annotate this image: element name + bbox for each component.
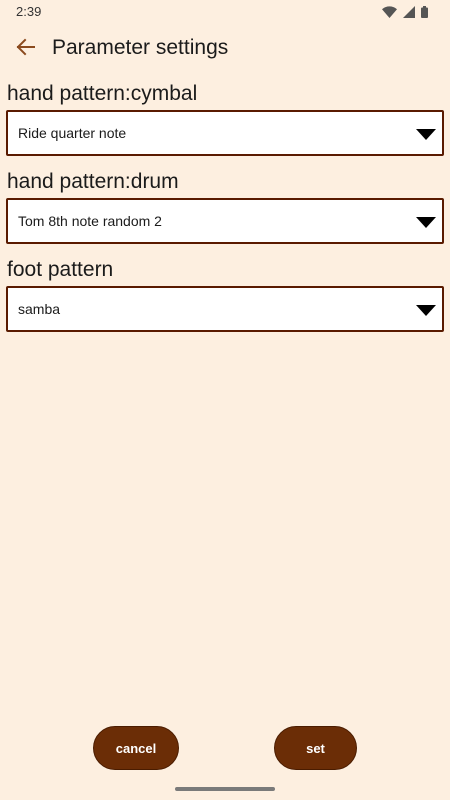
battery-icon	[421, 6, 428, 18]
drum-pattern-value: Tom 8th note random 2	[18, 213, 162, 229]
navigation-handle[interactable]	[175, 787, 275, 791]
dropdown-arrow-icon	[416, 303, 436, 321]
set-button[interactable]: set	[274, 726, 357, 770]
set-button-label: set	[306, 740, 325, 756]
drum-pattern-label: hand pattern:drum	[7, 170, 179, 193]
wifi-icon	[382, 6, 397, 18]
cymbal-pattern-value: Ride quarter note	[18, 125, 127, 141]
cancel-button-label: cancel	[115, 740, 157, 756]
dropdown-arrow-icon	[416, 127, 436, 145]
drum-pattern-dropdown[interactable]: Tom 8th note random 2	[6, 198, 444, 244]
status-bar: 2:39	[0, 0, 450, 24]
cymbal-pattern-label: hand pattern:cymbal	[7, 82, 198, 105]
foot-pattern-label: foot pattern	[7, 258, 114, 281]
back-button[interactable]	[12, 36, 38, 62]
status-icons	[382, 5, 428, 19]
app-bar: Parameter settings	[0, 24, 450, 74]
signal-icon	[403, 6, 415, 18]
cymbal-pattern-dropdown[interactable]: Ride quarter note	[6, 110, 444, 156]
status-time: 2:39	[16, 4, 42, 19]
dropdown-arrow-icon	[416, 215, 436, 233]
foot-pattern-dropdown[interactable]: samba	[6, 286, 444, 332]
back-arrow-icon	[15, 38, 35, 61]
cancel-button[interactable]: cancel	[93, 726, 179, 770]
foot-pattern-value: samba	[18, 301, 61, 317]
page-title: Parameter settings	[52, 36, 229, 59]
